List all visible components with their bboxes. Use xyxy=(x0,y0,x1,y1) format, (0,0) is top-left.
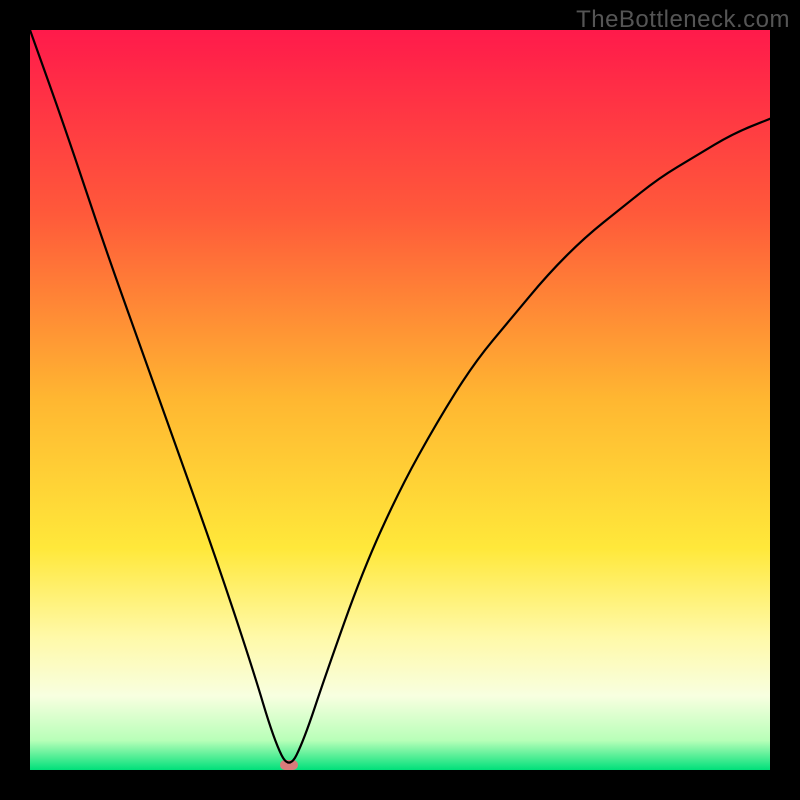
chart-background xyxy=(30,30,770,770)
plot-area xyxy=(30,30,770,770)
chart-svg xyxy=(30,30,770,770)
chart-frame: TheBottleneck.com xyxy=(0,0,800,800)
